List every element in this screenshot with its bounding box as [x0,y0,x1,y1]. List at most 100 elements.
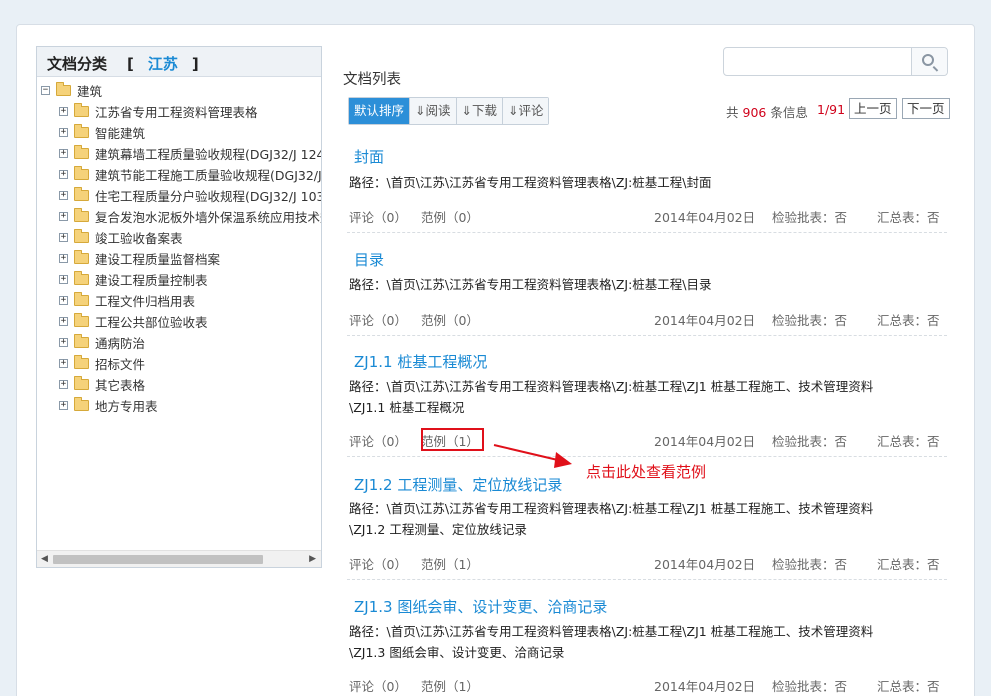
examples-link[interactable]: 范例（1） [421,679,479,694]
tab-sort-reads[interactable]: ⇓阅读 [410,98,457,124]
summary-flag: 汇总表：否 [877,313,940,328]
scroll-left-icon[interactable]: ◀ [41,554,48,564]
search-input[interactable] [728,52,908,71]
scroll-right-icon[interactable]: ▶ [309,554,316,564]
tree-item[interactable]: + 地方专用表 [59,395,158,416]
comments-link[interactable]: 评论（0） [349,679,407,694]
document-title-link[interactable]: ZJ1.1 桩基工程概况 [354,351,487,372]
inspection-batch-flag: 检验批表：否 [772,557,848,572]
document-path: 路径：\首页\江苏\江苏省专用工程资料管理表格\ZJ:桩基工程\目录 [349,277,712,292]
tree-item-label[interactable]: 建设工程质量监督档案 [95,249,220,268]
expand-icon[interactable]: + [59,212,68,221]
tree-item[interactable]: + 建设工程质量控制表 [59,269,208,290]
sidebar-heading: 文档分类 [47,55,108,73]
examples-link[interactable]: 范例（1） [421,557,479,572]
tree-item[interactable]: + 智能建筑 [59,122,145,143]
expand-icon[interactable]: + [59,233,68,242]
sidebar-header: 文档分类 [江苏] [37,47,321,77]
document-date: 2014年04月02日 [654,313,756,328]
expand-icon[interactable]: + [59,149,68,158]
tab-default-sort[interactable]: 默认排序 [349,98,411,124]
tree-root[interactable]: − 建筑 [41,80,102,101]
tree-item[interactable]: + 建筑节能工程施工质量验收规程(DGJ32/J [59,164,321,185]
expand-icon[interactable]: + [59,128,68,137]
expand-icon[interactable]: + [59,296,68,305]
document-title-link[interactable]: 封面 [354,146,384,167]
annotation-arrow-icon [493,444,572,468]
category-tree: − 建筑 + 江苏省专用工程资料管理表格 + 智能建筑 + 建筑幕墙工程质量验收规程(DG… [37,79,321,551]
bracket-close: ] [191,55,199,73]
comments-link[interactable]: 评论（0） [349,557,407,572]
prev-page-button[interactable]: 上一页 [849,98,897,119]
tree-item-label[interactable]: 复合发泡水泥板外墙外保温系统应用技术规 [95,207,321,226]
inspection-batch-flag: 检验批表：否 [772,679,848,694]
tree-item[interactable]: + 工程文件归档用表 [59,290,195,311]
expand-icon[interactable]: + [59,317,68,326]
expand-icon[interactable]: + [59,401,68,410]
tree-item-label[interactable]: 智能建筑 [95,123,145,142]
tree-item[interactable]: + 其它表格 [59,374,145,395]
comments-link[interactable]: 评论（0） [349,313,407,328]
document-path: \ZJ1.3 图纸会审、设计变更、洽商记录 [349,645,565,660]
horizontal-scrollbar[interactable]: ◀ ▶ [37,550,321,567]
tree-item[interactable]: + 建设工程质量监督档案 [59,248,220,269]
tree-item-label[interactable]: 通病防治 [95,333,145,352]
comments-link[interactable]: 评论（0） [349,210,407,225]
expand-icon[interactable]: + [59,191,68,200]
tree-item-label[interactable]: 竣工验收备案表 [95,228,183,247]
tree-item[interactable]: + 工程公共部位验收表 [59,311,208,332]
tree-item[interactable]: + 通病防治 [59,332,145,353]
collapse-icon[interactable]: − [41,86,50,95]
examples-link[interactable]: 范例（0） [421,210,479,225]
tree-item-label[interactable]: 住宅工程质量分户验收规程(DGJ32/J 103 [95,186,321,205]
comments-link[interactable]: 评论（0） [349,434,407,449]
tree-item-label[interactable]: 江苏省专用工程资料管理表格 [95,102,258,121]
page-indicator: 1/91 [817,102,846,117]
tree-item-label[interactable]: 建设工程质量控制表 [95,270,208,289]
tree-item-label[interactable]: 建筑节能工程施工质量验收规程(DGJ32/J [95,165,321,184]
expand-icon[interactable]: + [59,338,68,347]
row-divider [347,335,947,336]
row-divider [347,456,947,457]
folder-icon [74,376,89,390]
tree-item[interactable]: + 建筑幕墙工程质量验收规程(DGJ32/J 124 [59,143,321,164]
search-button[interactable] [911,48,947,75]
province-link[interactable]: 江苏 [148,55,178,73]
tree-item-label[interactable]: 工程文件归档用表 [95,291,195,310]
inspection-batch-flag: 检验批表：否 [772,210,848,225]
tree-item[interactable]: + 复合发泡水泥板外墙外保温系统应用技术规 [59,206,321,227]
tree-item[interactable]: + 竣工验收备案表 [59,227,183,248]
tab-sort-comments[interactable]: ⇓评论 [502,98,549,124]
tab-sort-downloads[interactable]: ⇓下载 [456,98,503,124]
document-path: 路径：\首页\江苏\江苏省专用工程资料管理表格\ZJ:桩基工程\ZJ1 桩基工程… [349,501,874,516]
tree-root-label[interactable]: 建筑 [77,81,102,100]
tree-item[interactable]: + 招标文件 [59,353,145,374]
expand-icon[interactable]: + [59,170,68,179]
scrollbar-thumb[interactable] [53,555,263,564]
folder-icon [74,208,89,222]
annotation-text: 点击此处查看范例 [586,463,707,481]
document-date: 2014年04月02日 [654,679,756,694]
tree-item[interactable]: + 住宅工程质量分户验收规程(DGJ32/J 103 [59,185,321,206]
tree-item-label[interactable]: 招标文件 [95,354,145,373]
examples-link[interactable]: 范例（0） [421,313,479,328]
expand-icon[interactable]: + [59,359,68,368]
total-suffix: 条信息 [770,105,808,120]
expand-icon[interactable]: + [59,107,68,116]
next-page-button[interactable]: 下一页 [902,98,950,119]
expand-icon[interactable]: + [59,275,68,284]
document-title-link[interactable]: ZJ1.3 图纸会审、设计变更、洽商记录 [354,596,607,617]
tree-item-label[interactable]: 地方专用表 [95,396,158,415]
document-meta: 评论（0） 范例（0） [349,207,479,226]
document-path: 路径：\首页\江苏\江苏省专用工程资料管理表格\ZJ:桩基工程\ZJ1 桩基工程… [349,379,874,394]
expand-icon[interactable]: + [59,380,68,389]
tree-item[interactable]: + 江苏省专用工程资料管理表格 [59,101,258,122]
tree-item-label[interactable]: 工程公共部位验收表 [95,312,208,331]
tree-item-label[interactable]: 建筑幕墙工程质量验收规程(DGJ32/J 124 [95,144,321,163]
tree-item-label[interactable]: 其它表格 [95,375,145,394]
document-title-link[interactable]: 目录 [354,249,384,270]
folder-icon [74,145,89,159]
document-title-link[interactable]: ZJ1.2 工程测量、定位放线记录 [354,474,562,495]
expand-icon[interactable]: + [59,254,68,263]
document-date: 2014年04月02日 [654,434,756,449]
